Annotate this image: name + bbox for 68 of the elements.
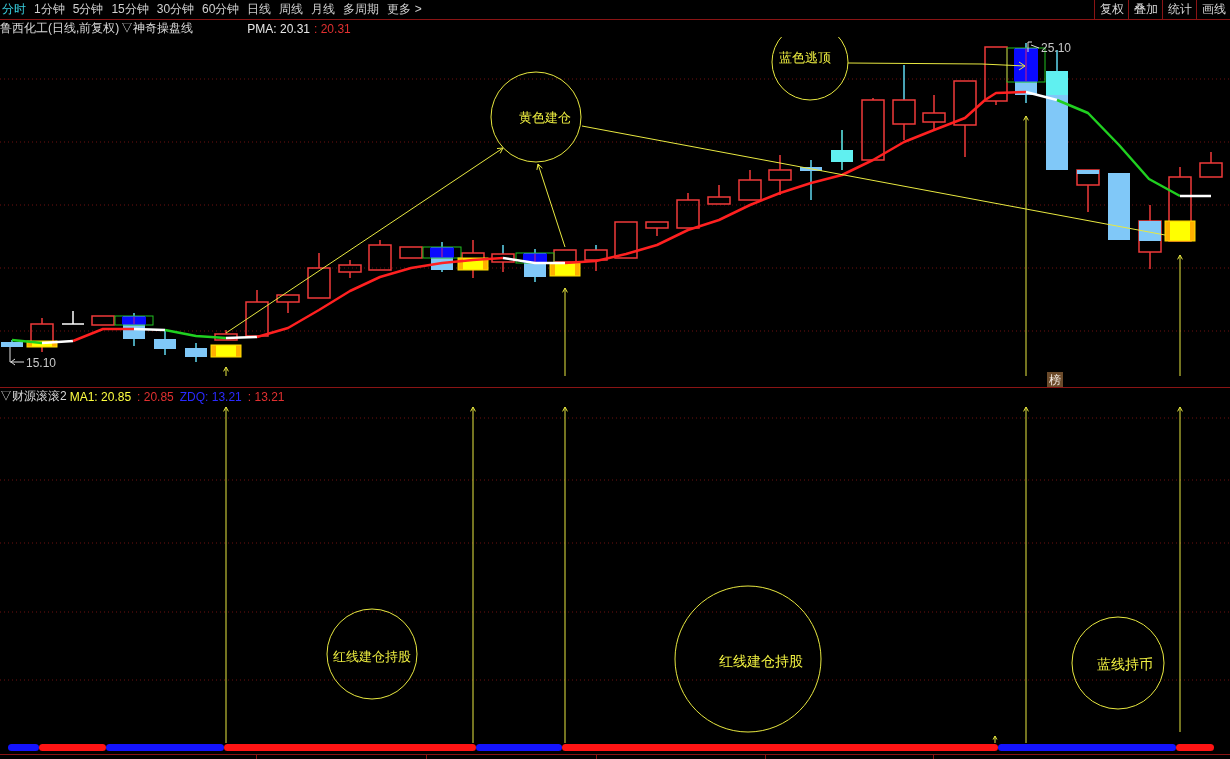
indicator-dropdown[interactable]: ▽财源滚滚2 (0, 388, 67, 405)
price-label: 25.10 (1041, 41, 1072, 55)
filled-candle (1, 339, 23, 348)
period-tab[interactable]: 多周期 (342, 0, 381, 19)
indicator-reading: : 13.21 (247, 389, 285, 404)
annotation-label: 黄色建仓 (519, 110, 571, 125)
sell-signal-box (515, 252, 555, 264)
indicator-reading: : 20.31 (314, 21, 351, 36)
indicator-reading: MA1: 20.85 (69, 389, 132, 404)
buy-signal-box (210, 344, 242, 358)
hollow-candle (584, 244, 608, 272)
leader-line (1027, 41, 1040, 53)
annotation-label: 蓝线持币 (1097, 656, 1153, 672)
hollow-candle (276, 294, 300, 314)
hollow-candle (768, 154, 792, 196)
indicator-reading: PMA: 20.31 (247, 21, 311, 36)
hollow-candle (676, 192, 700, 229)
stock-title: 鲁西化工(日线,前复权) (0, 20, 120, 37)
hollow-candle (368, 239, 392, 271)
price-label: 15.10 (26, 356, 57, 370)
period-tab[interactable]: 5分钟 (71, 0, 105, 19)
doji-candle (61, 310, 85, 325)
period-tab[interactable]: 60分钟 (201, 0, 241, 19)
annotation-label: 红线建仓持股 (719, 653, 803, 669)
indicator-reading: ZDQ: 13.21 (179, 389, 242, 404)
period-tab[interactable]: 日线 (246, 0, 273, 19)
filled-candle (185, 342, 207, 363)
hollow-candle (1199, 151, 1223, 178)
period-tab[interactable]: 周线 (278, 0, 305, 19)
filled-candle (800, 159, 822, 201)
hollow-candle (738, 169, 762, 201)
period-tab[interactable]: 分时 (1, 0, 27, 19)
annotation-label: 蓝色逃顶 (779, 50, 831, 65)
buy-signal-box (1164, 220, 1196, 242)
hollow-candle (1076, 169, 1100, 213)
hollow-candle (645, 221, 669, 237)
hollow-candle (553, 249, 577, 263)
hollow-candle (338, 259, 362, 279)
sell-signal-box (422, 246, 462, 259)
period-tab[interactable]: 月线 (310, 0, 337, 19)
hollow-candle (1138, 204, 1162, 270)
indicator-reading: : 20.85 (137, 389, 174, 404)
filled-candle (154, 329, 176, 356)
leader-line (9, 346, 25, 366)
period-tab[interactable]: 15分钟 (110, 0, 150, 19)
period-tab[interactable]: 1分钟 (33, 0, 66, 19)
hollow-candle (984, 46, 1008, 106)
rank-badge: 榜 (1047, 372, 1063, 387)
buy-signal-box (26, 340, 58, 348)
hollow-candle (861, 97, 885, 161)
filled-candle (1108, 172, 1130, 241)
hollow-candle (307, 252, 331, 299)
hollow-candle (245, 289, 269, 337)
hollow-candle (91, 315, 115, 326)
sell-signal-box (114, 315, 154, 326)
annotation-label: 红线建仓持股 (333, 649, 411, 664)
indicator-dropdown[interactable]: ▽神奇操盘线 (121, 20, 194, 37)
filled-candle (831, 129, 853, 171)
hollow-candle (707, 184, 731, 205)
hollow-candle (614, 221, 638, 259)
hollow-candle (491, 244, 515, 273)
period-tab[interactable]: 更多 > (386, 0, 423, 19)
hollow-candle (399, 246, 423, 259)
up-arrow (223, 366, 229, 377)
hollow-candle (922, 94, 946, 131)
up-arrow (992, 735, 998, 744)
period-tab[interactable]: 30分钟 (155, 0, 196, 19)
hollow-candle (214, 329, 238, 341)
